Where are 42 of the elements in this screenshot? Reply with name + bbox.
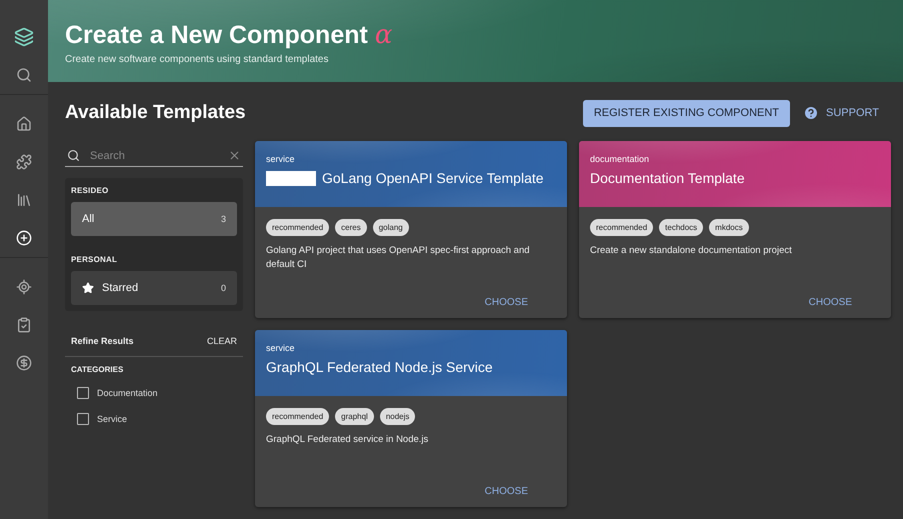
checkbox-label: Service: [97, 414, 128, 424]
checkbox[interactable]: [77, 413, 89, 425]
choose-button[interactable]: CHOOSE: [808, 297, 880, 308]
group-heading: RESIDEO: [71, 186, 110, 195]
choose-button[interactable]: CHOOSE: [484, 297, 556, 308]
refine-title: Refine Results: [71, 336, 134, 346]
card-type: service: [266, 343, 296, 353]
card-description: Create a new standalone documentation project: [590, 244, 793, 258]
card-type: service: [266, 154, 296, 164]
clear-icon[interactable]: [228, 149, 241, 162]
card-type: documentation: [590, 154, 650, 164]
tag: recommended: [266, 408, 330, 425]
page-title: Create a New Component: [65, 21, 368, 50]
card-description: GraphQL Federated service in Node.js: [266, 433, 430, 447]
support-link[interactable]: SUPPORT: [803, 105, 879, 121]
tag: techdocs: [659, 219, 704, 236]
card-title: GoLang OpenAPI Service Template: [322, 170, 544, 186]
tag: nodejs: [380, 408, 416, 425]
tag: ceres: [335, 219, 367, 236]
group-heading: PERSONAL: [71, 255, 118, 264]
card-title: GraphQL Federated Node.js Service: [266, 359, 493, 375]
register-button[interactable]: REGISTER EXISTING COMPONENT: [582, 100, 790, 126]
checkbox-label: Documentation: [97, 388, 158, 398]
search-field[interactable]: Search: [88, 148, 220, 162]
tag: mkdocs: [709, 219, 749, 236]
card-title: Documentation Template: [590, 170, 745, 186]
categories-heading: CATEGORIES: [71, 365, 124, 374]
search-icon: [67, 149, 80, 162]
help-icon: [803, 105, 820, 121]
card-description: Golang API project that uses OpenAPI spec-first approach and default CI: [266, 244, 531, 272]
filter-item[interactable]: Starred 0: [71, 271, 237, 305]
tag: recommended: [266, 219, 330, 236]
tag: graphql: [335, 408, 374, 425]
alpha-mark: α: [374, 20, 392, 50]
checkbox[interactable]: [77, 387, 89, 399]
choose-button[interactable]: CHOOSE: [484, 486, 556, 497]
tag: recommended: [590, 219, 654, 236]
tag: golang: [372, 219, 409, 236]
section-title: Available Templates: [65, 102, 247, 124]
page-subtitle: Create new software components using standard templates: [65, 54, 330, 65]
clear-button[interactable]: CLEAR: [206, 336, 237, 346]
filter-item[interactable]: All 3: [71, 202, 237, 236]
